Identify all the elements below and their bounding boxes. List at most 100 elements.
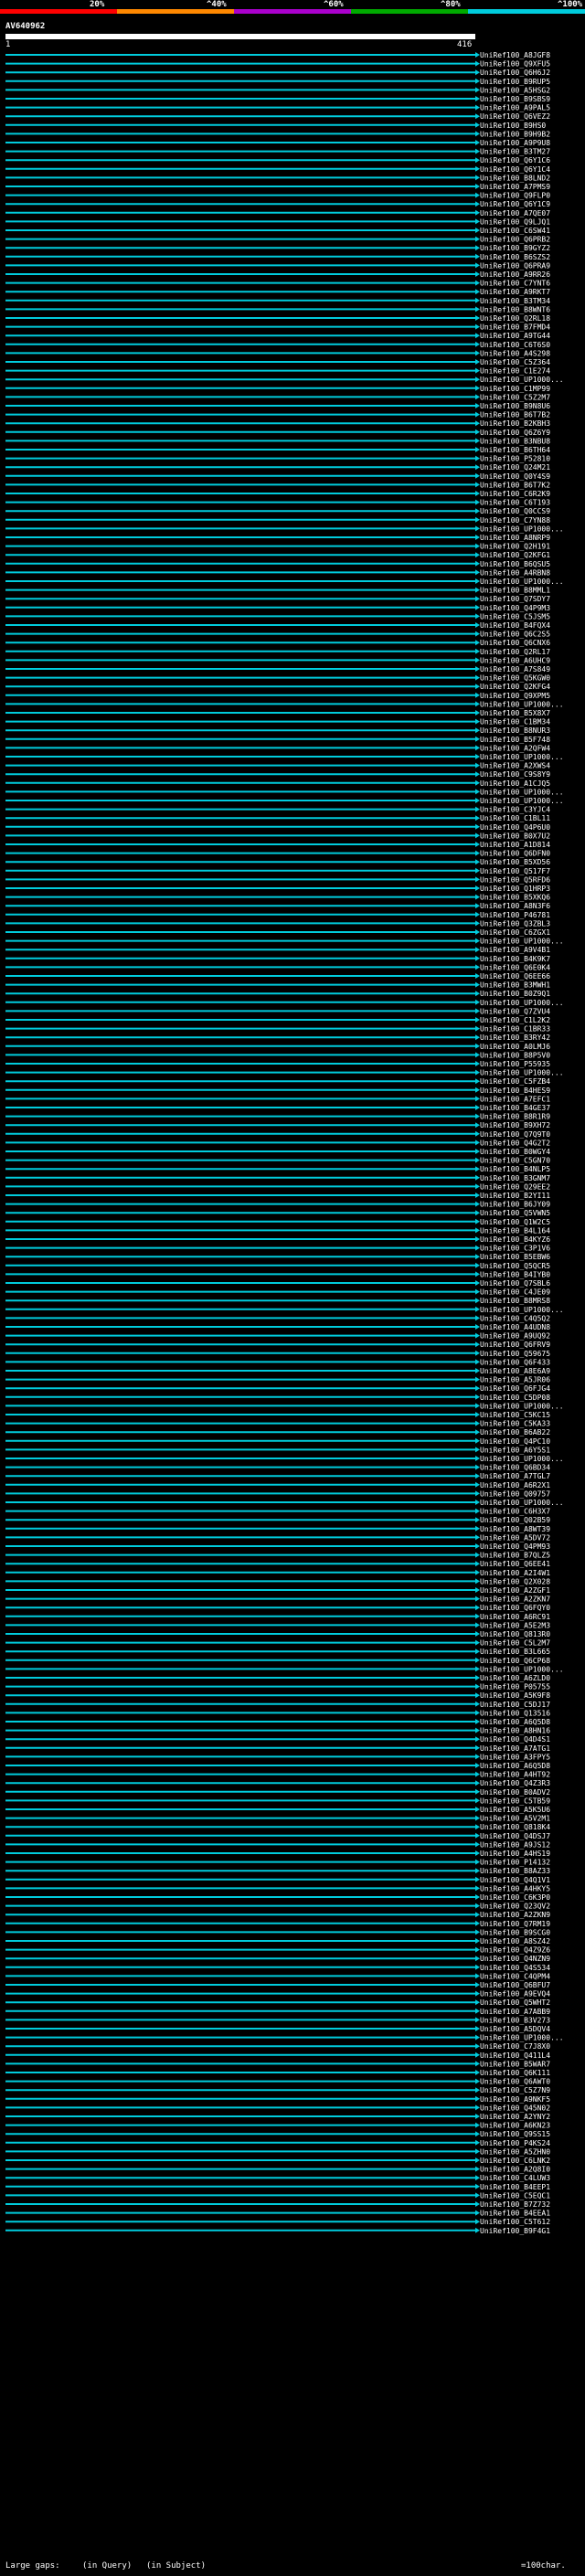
hit-label[interactable]: UniRef100_UP1000... — [480, 1306, 564, 1314]
hit-label[interactable]: UniRef100_A2ZKN7 — [480, 1595, 550, 1604]
hit-label[interactable]: UniRef100_B0Z9Q1 — [480, 990, 550, 998]
hit-label[interactable]: UniRef100_B8MRS8 — [480, 1297, 550, 1305]
hit-label[interactable]: UniRef100_B7Z732 — [480, 2200, 550, 2209]
hit-label[interactable]: UniRef100_Q6Y1C4 — [480, 165, 550, 174]
hit-label[interactable]: UniRef100_B5WAR7 — [480, 2060, 550, 2068]
hit-label[interactable]: UniRef100_A9EVQ4 — [480, 1990, 550, 1998]
hit-label[interactable]: UniRef100_B9SBS9 — [480, 95, 550, 103]
hit-label[interactable]: UniRef100_Q7RM19 — [480, 1920, 550, 1928]
hit-label[interactable]: UniRef100_Q813R0 — [480, 1630, 550, 1638]
hit-label[interactable]: UniRef100_UP1000... — [480, 376, 564, 384]
hit-label[interactable]: UniRef100_B8P5V0 — [480, 1051, 550, 1059]
hit-label[interactable]: UniRef100_A8JGF8 — [480, 51, 550, 59]
hit-label[interactable]: UniRef100_C9S8Y9 — [480, 770, 550, 779]
hit-label[interactable]: UniRef100_C5DP08 — [480, 1394, 550, 1402]
hit-label[interactable]: UniRef100_B4GE37 — [480, 1104, 550, 1112]
hit-label[interactable]: UniRef100_C3YJC4 — [480, 806, 550, 814]
hit-label[interactable]: UniRef100_Q4DSJ7 — [480, 1832, 550, 1840]
hit-label[interactable]: UniRef100_UP1000... — [480, 578, 564, 586]
hit-label[interactable]: UniRef100_A1D814 — [480, 841, 550, 849]
hit-label[interactable]: UniRef100_B8MML1 — [480, 587, 550, 595]
hit-label[interactable]: UniRef100_A5DV72 — [480, 1533, 550, 1542]
hit-label[interactable]: UniRef100_C6T6S0 — [480, 341, 550, 349]
hit-label[interactable]: UniRef100_B4KYZ6 — [480, 1235, 550, 1244]
hit-label[interactable]: UniRef100_UP1000... — [480, 999, 564, 1007]
hit-label[interactable]: UniRef100_A7PMS9 — [480, 183, 550, 191]
hit-label[interactable]: UniRef100_Q2RL18 — [480, 314, 550, 323]
hit-label[interactable]: UniRef100_B0WGY4 — [480, 1148, 550, 1156]
hit-label[interactable]: UniRef100_Q5KGW0 — [480, 674, 550, 683]
hit-label[interactable]: UniRef100_A4HKY5 — [480, 1884, 550, 1892]
hit-label[interactable]: UniRef100_Q2H191 — [480, 543, 550, 551]
hit-label[interactable]: UniRef100_A8SZ42 — [480, 1937, 550, 1945]
hit-label[interactable]: UniRef100_Q6K111 — [480, 2069, 550, 2077]
hit-label[interactable]: UniRef100_Q6FRV9 — [480, 1341, 550, 1349]
hit-label[interactable]: UniRef100_Q45N02 — [480, 2104, 550, 2112]
hit-label[interactable]: UniRef100_B9GYZ2 — [480, 244, 550, 252]
hit-label[interactable]: UniRef100_A2YNY2 — [480, 2113, 550, 2121]
hit-label[interactable]: UniRef100_A9TG44 — [480, 332, 550, 340]
hit-label[interactable]: UniRef100_A5ZHN0 — [480, 2147, 550, 2156]
hit-label[interactable]: UniRef100_Q6F433 — [480, 1358, 550, 1366]
hit-label[interactable]: UniRef100_B5XD56 — [480, 858, 550, 866]
hit-label[interactable]: UniRef100_C3P1V6 — [480, 1245, 550, 1253]
hit-label[interactable]: UniRef100_Q4NZN9 — [480, 1955, 550, 1963]
hit-label[interactable]: UniRef100_Q24M21 — [480, 463, 550, 472]
hit-label[interactable]: UniRef100_P46781 — [480, 911, 550, 919]
hit-label[interactable]: UniRef100_A0LMJ6 — [480, 1043, 550, 1051]
hit-label[interactable]: UniRef100_Q4Z9Z6 — [480, 1946, 550, 1955]
hit-label[interactable]: UniRef100_Q13516 — [480, 1709, 550, 1717]
hit-label[interactable]: UniRef100_B4EEA1 — [480, 2210, 550, 2218]
hit-label[interactable]: UniRef100_A9UQ92 — [480, 1332, 550, 1341]
hit-label[interactable]: UniRef100_UP1000... — [480, 1455, 564, 1463]
hit-label[interactable]: UniRef100_A2QFW4 — [480, 744, 550, 752]
hit-label[interactable]: UniRef100_UP1000... — [480, 700, 564, 708]
hit-label[interactable]: UniRef100_Q6EE41 — [480, 1560, 550, 1568]
hit-label[interactable]: UniRef100_Q4P9M3 — [480, 604, 550, 612]
hit-label[interactable]: UniRef100_Q7ZVU4 — [480, 1007, 550, 1015]
hit-label[interactable]: UniRef100_Q59675 — [480, 1350, 550, 1358]
hit-label[interactable]: UniRef100_C5DJ17 — [480, 1701, 550, 1709]
hit-label[interactable]: UniRef100_Q818K4 — [480, 1823, 550, 1831]
hit-label[interactable]: UniRef100_A5JR06 — [480, 1376, 550, 1384]
hit-label[interactable]: UniRef100_B7FMD4 — [480, 323, 550, 332]
hit-label[interactable]: UniRef100_B4FQX4 — [480, 621, 550, 630]
hit-label[interactable]: UniRef100_C5JSM5 — [480, 612, 550, 620]
hit-label[interactable]: UniRef100_A8N3F6 — [480, 902, 550, 910]
hit-label[interactable]: UniRef100_UP1000... — [480, 753, 564, 761]
hit-label[interactable]: UniRef100_B2YI11 — [480, 1192, 550, 1200]
hit-label[interactable]: UniRef100_B9XH72 — [480, 1121, 550, 1129]
hit-label[interactable]: UniRef100_B9H9B2 — [480, 130, 550, 138]
hit-label[interactable]: UniRef100_A5E2M3 — [480, 1621, 550, 1629]
hit-label[interactable]: UniRef100_C4QPM4 — [480, 1972, 550, 1980]
hit-label[interactable]: UniRef100_B4HES9 — [480, 1087, 550, 1095]
hit-label[interactable]: UniRef100_UP1000... — [480, 788, 564, 796]
hit-label[interactable]: UniRef100_B9RUP5 — [480, 78, 550, 86]
hit-label[interactable]: UniRef100_B3NBU8 — [480, 437, 550, 445]
hit-label[interactable]: UniRef100_Q6E0K4 — [480, 963, 550, 971]
hit-label[interactable]: UniRef100_C1MP99 — [480, 385, 550, 393]
hit-label[interactable]: UniRef100_Q7Q9T0 — [480, 1130, 550, 1139]
hit-label[interactable]: UniRef100_B3TM27 — [480, 148, 550, 156]
hit-label[interactable]: UniRef100_Q2KFG1 — [480, 551, 550, 559]
hit-label[interactable]: UniRef100_Q5VWN5 — [480, 1209, 550, 1217]
hit-label[interactable]: UniRef100_C1BR33 — [480, 1025, 550, 1034]
hit-label[interactable]: UniRef100_B5X8X7 — [480, 709, 550, 717]
hit-label[interactable]: UniRef100_A5K9F8 — [480, 1691, 550, 1700]
hit-label[interactable]: UniRef100_Q1W2C5 — [480, 1218, 550, 1226]
hit-label[interactable]: UniRef100_Q6VEZ2 — [480, 112, 550, 121]
hit-label[interactable]: UniRef100_Q9LJQ1 — [480, 217, 550, 226]
hit-label[interactable]: UniRef100_A2Q8I0 — [480, 2166, 550, 2174]
hit-label[interactable]: UniRef100_Q23QV2 — [480, 1903, 550, 1911]
hit-label[interactable]: UniRef100_Q5RFD6 — [480, 875, 550, 884]
hit-label[interactable]: UniRef100_C6K3P0 — [480, 1893, 550, 1902]
hit-label[interactable]: UniRef100_C5Z7N9 — [480, 2086, 550, 2094]
hit-label[interactable]: UniRef100_B3TM34 — [480, 297, 550, 305]
hit-label[interactable]: UniRef100_P55935 — [480, 1060, 550, 1068]
hit-label[interactable]: UniRef100_UP1000... — [480, 1665, 564, 1673]
hit-label[interactable]: UniRef100_C4LUW3 — [480, 2174, 550, 2182]
hit-label[interactable]: UniRef100_C5TB59 — [480, 1797, 550, 1805]
hit-label[interactable]: UniRef100_B8LND2 — [480, 174, 550, 182]
hit-label[interactable]: UniRef100_A8WT39 — [480, 1525, 550, 1533]
hit-label[interactable]: UniRef100_B6SZS2 — [480, 253, 550, 261]
